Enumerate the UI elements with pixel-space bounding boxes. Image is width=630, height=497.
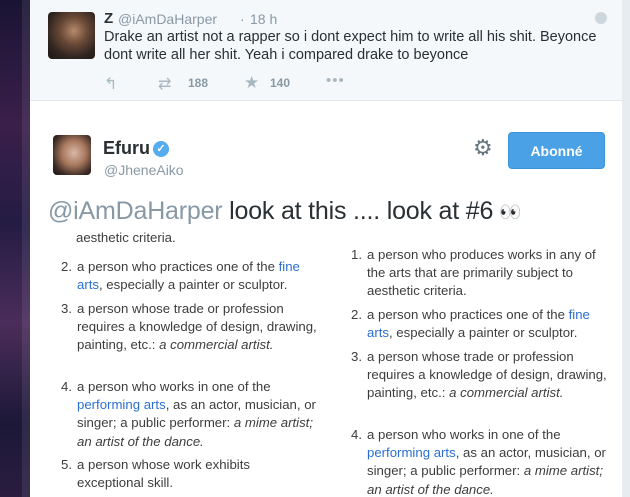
like-count: 140 — [270, 76, 291, 90]
tweet-text: @iAmDaHarper look at this .... look at #… — [48, 197, 522, 226]
tweet-body: look at this .... look at #6 — [222, 197, 494, 225]
definition-number: 4. — [61, 379, 72, 394]
definition-number: 1. — [351, 247, 362, 262]
follow-button[interactable]: Abonné — [508, 132, 605, 169]
definition-number: 2. — [61, 259, 72, 274]
definition-text: a person who works in one of the — [77, 379, 271, 394]
quoted-text: Drake an artist not a rapper so i dont e… — [104, 29, 597, 63]
user-avatar[interactable] — [53, 135, 91, 175]
definition-number: 5. — [61, 457, 72, 472]
verified-badge-icon: ✓ — [153, 141, 169, 157]
definition-text: a person who works in one of the — [367, 427, 561, 442]
definition-text: , especially a painter or sculptor. — [98, 277, 288, 293]
definition-link[interactable]: performing arts — [367, 445, 456, 460]
definition-number: 2. — [351, 307, 362, 322]
quoted-tweet[interactable]: Z @iAmDaHarper · 18 h Drake an artist no… — [30, 0, 622, 101]
quoted-corner-icon[interactable] — [595, 12, 607, 24]
quoted-separator: · — [240, 11, 245, 27]
definition-number: 3. — [351, 349, 362, 364]
quoted-timestamp[interactable]: 18 h — [250, 11, 277, 27]
quoted-name[interactable]: Z — [104, 10, 113, 27]
definition-text: a person who practices one of the — [77, 259, 279, 274]
quoted-avatar[interactable] — [48, 12, 95, 59]
definition-number: 3. — [61, 301, 72, 316]
definition-text: , especially a painter or sculptor. — [388, 325, 578, 341]
definition-text: a person who practices one of the — [367, 307, 569, 322]
eyes-emoji: 👀 — [499, 201, 521, 222]
gear-icon[interactable]: ⚙ — [473, 137, 493, 159]
page-right-edge — [622, 0, 630, 497]
user-name[interactable]: Efuru — [103, 138, 150, 159]
definition-number: 4. — [351, 427, 362, 442]
mention-link[interactable]: @iAmDaHarper — [48, 197, 223, 225]
quoted-actions: ↰ ⇄ 188 ★ 140 ••• — [104, 72, 404, 94]
definition-link[interactable]: performing arts — [77, 397, 166, 412]
more-icon[interactable]: ••• — [326, 72, 345, 89]
definition-example: a commercial artist. — [159, 337, 274, 353]
quoted-handle[interactable]: @iAmDaHarper — [118, 11, 217, 27]
like-icon[interactable]: ★ — [244, 73, 259, 93]
user-handle[interactable]: @JheneAiko — [104, 162, 184, 178]
background-space-edge — [0, 0, 30, 497]
definition-fragment: aesthetic criteria. — [76, 232, 176, 245]
definition-text: a person whose work exhibits exceptional… — [77, 457, 250, 491]
retweet-count: 188 — [188, 76, 209, 90]
reply-icon[interactable]: ↰ — [104, 74, 117, 94]
definition-example: a commercial artist. — [449, 385, 564, 401]
attached-image[interactable]: aesthetic criteria. 2. a person who prac… — [48, 232, 608, 497]
retweet-icon[interactable]: ⇄ — [158, 74, 171, 94]
definition-text: a person who produces works in any of th… — [367, 247, 596, 299]
